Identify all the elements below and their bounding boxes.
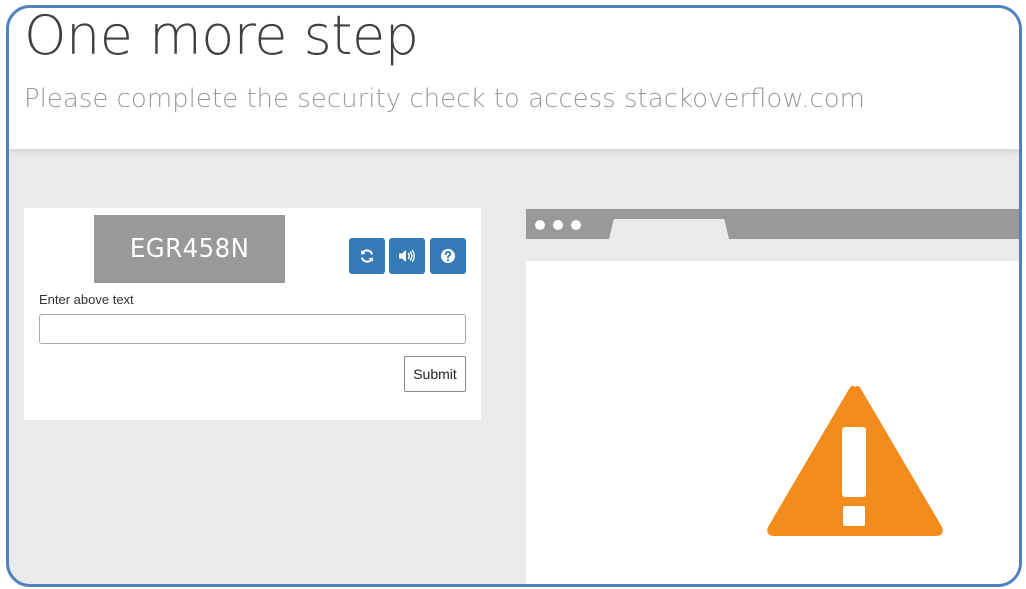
- captcha-answer-input[interactable]: [39, 314, 466, 344]
- page-frame: One more step Please complete the securi…: [6, 5, 1022, 587]
- help-icon: [441, 249, 455, 263]
- browser-tab-shape: [609, 219, 729, 239]
- browser-illustration-toolbar: [526, 209, 1019, 239]
- audio-captcha-button[interactable]: [389, 238, 425, 274]
- refresh-icon: [360, 249, 374, 263]
- captcha-field-label: Enter above text: [39, 292, 134, 307]
- page-subtitle: Please complete the security check to ac…: [24, 84, 866, 114]
- audio-icon: [399, 249, 415, 263]
- window-dot: [553, 220, 563, 230]
- page-header: One more step Please complete the securi…: [9, 8, 1019, 149]
- warning-icon: [767, 385, 943, 536]
- refresh-captcha-button[interactable]: [349, 238, 385, 274]
- window-dot: [535, 220, 545, 230]
- window-dot: [571, 220, 581, 230]
- help-captcha-button[interactable]: [430, 238, 466, 274]
- browser-illustration-strip: [526, 239, 1019, 261]
- captcha-image-text: EGR458N: [129, 234, 250, 264]
- browser-illustration-page: [526, 261, 1019, 584]
- captcha-image: EGR458N: [94, 215, 285, 283]
- page-title: One more step: [24, 5, 419, 67]
- captcha-panel: EGR458N Enter above text Submit: [24, 208, 481, 420]
- submit-button[interactable]: Submit: [404, 356, 466, 392]
